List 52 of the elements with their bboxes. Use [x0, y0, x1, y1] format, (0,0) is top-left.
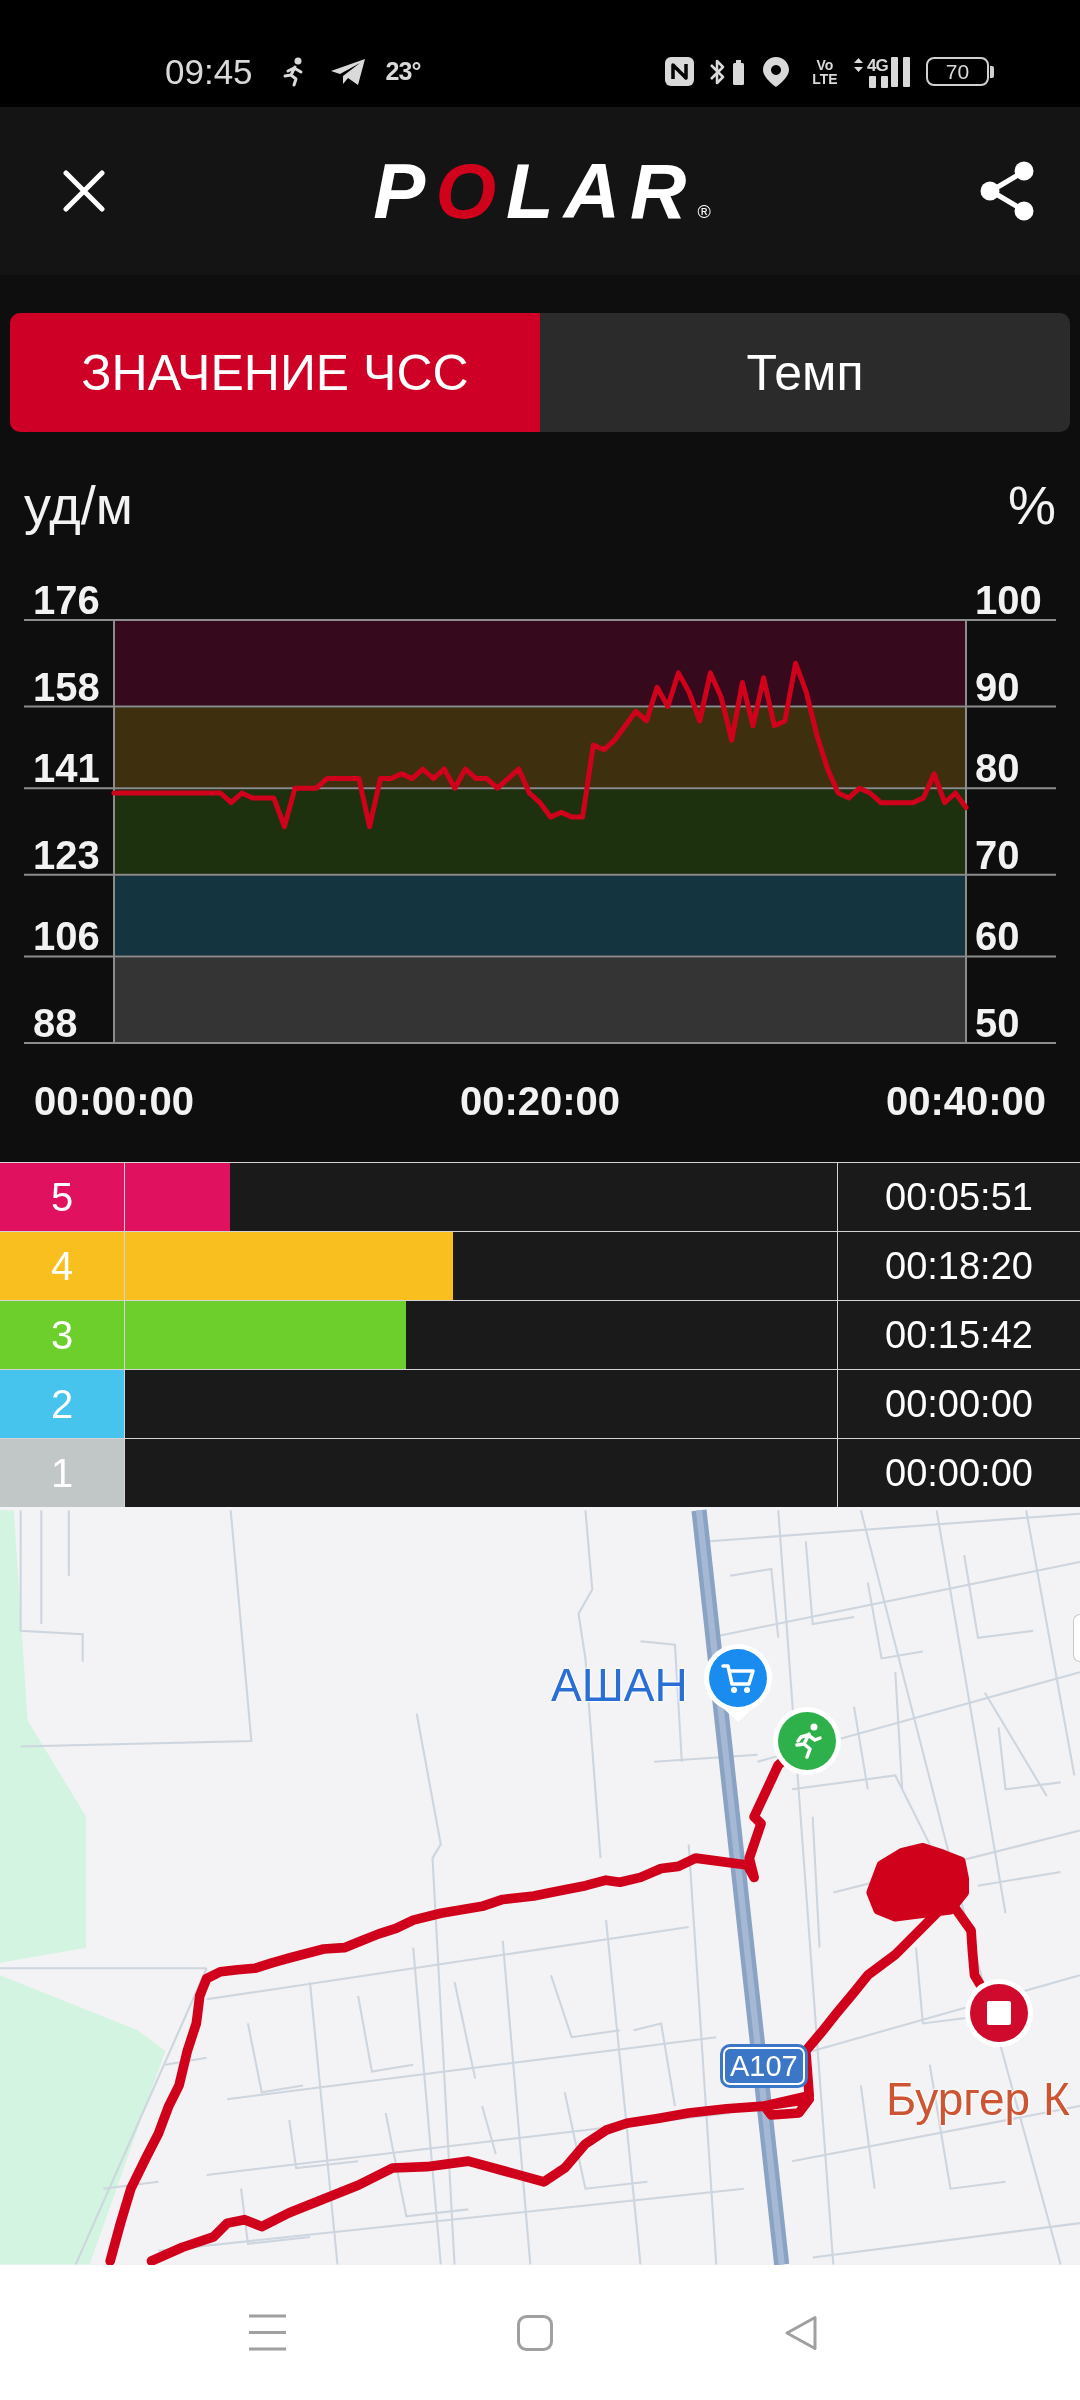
paper-plane-icon	[329, 57, 366, 86]
zone-number: 2	[0, 1370, 125, 1438]
close-icon[interactable]	[63, 170, 105, 212]
percent-axis-label: 90	[975, 664, 1020, 709]
zone-number: 5	[0, 1163, 125, 1231]
zone-time: 00:00:00	[838, 1370, 1080, 1438]
place-label: АШАН	[551, 1662, 688, 1708]
bpm-axis-label: 123	[33, 832, 100, 877]
clock: 09:45	[165, 54, 253, 89]
share-icon[interactable]	[979, 161, 1035, 221]
tab[interactable]: ЗНАЧЕНИЕ ЧСС	[10, 313, 540, 432]
data-arrows-icon	[854, 57, 863, 72]
percent-axis-label: 70	[975, 832, 1020, 877]
bpm-axis-label: 158	[33, 664, 100, 709]
menu-icon[interactable]	[249, 2314, 286, 2351]
time-axis-label: 00:20:00	[459, 1079, 621, 1123]
percent-axis-label: 100	[975, 578, 1042, 622]
logo: POLAR®	[373, 152, 711, 230]
stop-icon	[965, 1979, 1033, 2047]
cart-pin-icon[interactable]	[704, 1644, 772, 1722]
signal-icon	[891, 56, 910, 87]
bpm-axis-label: 88	[33, 1001, 78, 1045]
signal-icon	[869, 75, 888, 88]
back-icon[interactable]	[784, 2314, 818, 2351]
time-axis-label: 00:00:00	[33, 1079, 195, 1123]
zone-number: 3	[0, 1301, 125, 1369]
battery-indicator: 70	[926, 57, 994, 86]
zone-time: 00:00:00	[838, 1439, 1080, 1507]
zone-time: 00:05:51	[838, 1163, 1080, 1231]
zone-time: 00:15:42	[838, 1301, 1080, 1369]
bpm-axis-label: 176	[33, 578, 100, 622]
time-axis-label: 00:40:00	[885, 1079, 1047, 1123]
zone-number: 4	[0, 1232, 125, 1300]
bpm-axis-label: 141	[33, 746, 100, 791]
bpm-axis-label: 106	[33, 914, 100, 959]
road-shield: A107	[720, 2044, 808, 2088]
temperature: 23°	[385, 59, 421, 84]
volte-indicator: Vo LTE	[811, 57, 839, 86]
network-type: 4G	[867, 56, 888, 74]
percent-axis-label: 80	[975, 746, 1020, 791]
percent-axis-label: 60	[975, 914, 1020, 959]
axis-unit-label: уд/м	[24, 475, 133, 535]
tab[interactable]: Темп	[540, 313, 1070, 432]
axis-unit-label: %	[1008, 475, 1056, 535]
zone-number: 1	[0, 1439, 125, 1507]
location-pin-icon	[762, 55, 790, 88]
running-person-icon	[773, 1707, 841, 1775]
square-icon[interactable]	[517, 2314, 553, 2351]
map-pin-icon	[1073, 1614, 1080, 1662]
percent-axis-label: 50	[975, 1001, 1020, 1045]
nfc-icon	[664, 56, 695, 87]
zone-time: 00:18:20	[838, 1232, 1080, 1300]
